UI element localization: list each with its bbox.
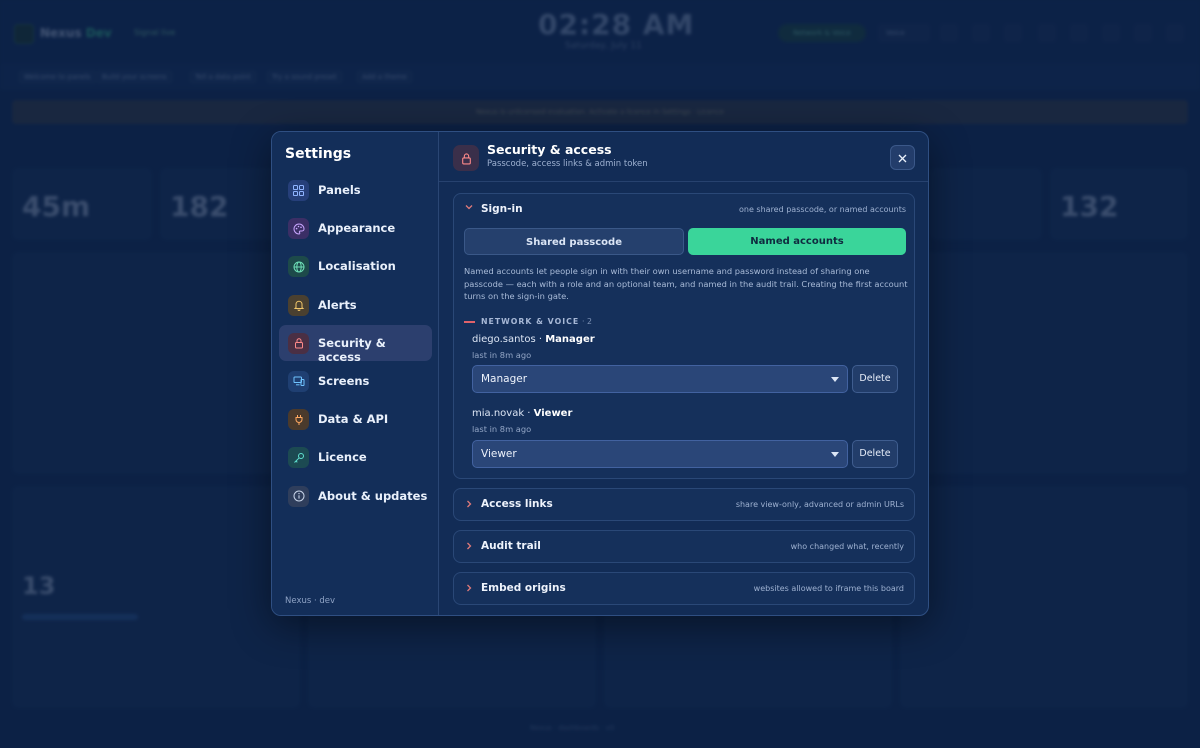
nav-item-label: Security & access (318, 335, 386, 364)
panel-title: Security & access (487, 142, 612, 157)
nav-item-alerts[interactable]: Alerts (279, 287, 432, 323)
section-hint: websites allowed to iframe this board (753, 584, 904, 593)
info-icon (288, 485, 309, 507)
nav-item-label: Alerts (318, 297, 357, 312)
globe-icon (288, 256, 309, 278)
section-hint: share view-only, advanced or admin URLs (735, 500, 904, 509)
account-last-seen: last in 8m ago (472, 350, 532, 360)
nav-item-data-api[interactable]: Data & API (279, 401, 432, 437)
chevron-down-icon (465, 203, 473, 214)
chevron-down-icon (831, 452, 839, 457)
nav-item-appearance[interactable]: Appearance (279, 210, 432, 246)
nav-item-label: Appearance (318, 221, 396, 236)
role-select-value: Manager (481, 373, 528, 385)
chevron-down-icon (831, 377, 839, 382)
role-select[interactable]: Manager (472, 365, 848, 393)
panel-header: Security & access Passcode, access links… (439, 132, 928, 182)
delete-account-button[interactable]: Delete (852, 440, 898, 468)
section-hint: who changed what, recently (790, 542, 904, 551)
section-audit-trail[interactable]: Audit trail who changed what, recently (453, 530, 915, 563)
group-label: NETWORK & VOICE (481, 317, 580, 326)
role-select-value: Viewer (481, 448, 517, 460)
close-icon (898, 148, 907, 167)
nav-item-label: Data & API (318, 412, 389, 427)
chevron-right-icon (465, 542, 473, 553)
nav-item-label: Screens (318, 373, 370, 388)
lock-icon (453, 145, 479, 171)
nav-item-label: Localisation (318, 259, 396, 274)
nav-item-licence[interactable]: Licence (279, 439, 432, 475)
settings-content: Security & access Passcode, access links… (439, 132, 928, 615)
grid-icon (288, 180, 309, 201)
settings-title: Settings (285, 146, 352, 162)
chevron-right-icon (465, 500, 473, 511)
sign-in-description: Named accounts let people sign in with t… (464, 266, 908, 301)
section-title: Access links (481, 498, 553, 510)
group-color-bar (464, 321, 475, 323)
mode-shared-passcode-button[interactable]: Shared passcode (464, 228, 684, 255)
section-access-links[interactable]: Access links share view-only, advanced o… (453, 488, 915, 521)
section-title: Audit trail (481, 540, 541, 552)
account-name: diego.santos · Manager (472, 334, 595, 345)
account-last-seen: last in 8m ago (472, 424, 532, 434)
nav-item-security-access[interactable]: Security & access (279, 324, 432, 364)
settings-modal: Settings Panels Appearance Localisation (271, 131, 929, 616)
account-name: mia.novak · Viewer (472, 408, 573, 419)
mode-named-accounts-button[interactable]: Named accounts (688, 228, 906, 255)
bell-icon (288, 294, 309, 316)
nav-item-panels[interactable]: Panels (279, 172, 432, 208)
section-hint: one shared passcode, or named accounts (739, 205, 906, 214)
section-sign-in: Sign-in one shared passcode, or named ac… (453, 193, 915, 479)
nav-item-localisation[interactable]: Localisation (279, 248, 432, 284)
chevron-right-icon (465, 584, 473, 595)
nav-item-screens[interactable]: Screens (279, 363, 432, 399)
section-title: Sign-in (481, 203, 523, 215)
lock-icon (288, 332, 309, 354)
nav-item-label: About & updates (318, 488, 428, 503)
nav-item-about-updates[interactable]: About & updates (279, 478, 432, 514)
panel-subtitle: Passcode, access links & admin token (487, 159, 648, 169)
settings-sidebar: Settings Panels Appearance Localisation (272, 132, 439, 615)
delete-account-button[interactable]: Delete (852, 365, 898, 393)
settings-footer: Nexus · dev (285, 596, 336, 606)
nav-item-label: Licence (318, 450, 367, 465)
section-embed-origins[interactable]: Embed origins websites allowed to iframe… (453, 572, 915, 605)
palette-icon (288, 218, 309, 240)
close-button[interactable] (890, 145, 915, 170)
group-count: · 2 (582, 317, 592, 326)
nav-item-label: Panels (318, 183, 361, 197)
monitor-icon (288, 370, 309, 392)
key-icon (288, 447, 309, 469)
plug-icon (288, 409, 309, 431)
section-title: Embed origins (481, 582, 566, 594)
role-select[interactable]: Viewer (472, 440, 848, 468)
settings-nav: Panels Appearance Localisation Alerts Se… (279, 172, 432, 516)
section-sign-in-header[interactable]: Sign-in one shared passcode, or named ac… (454, 194, 916, 224)
